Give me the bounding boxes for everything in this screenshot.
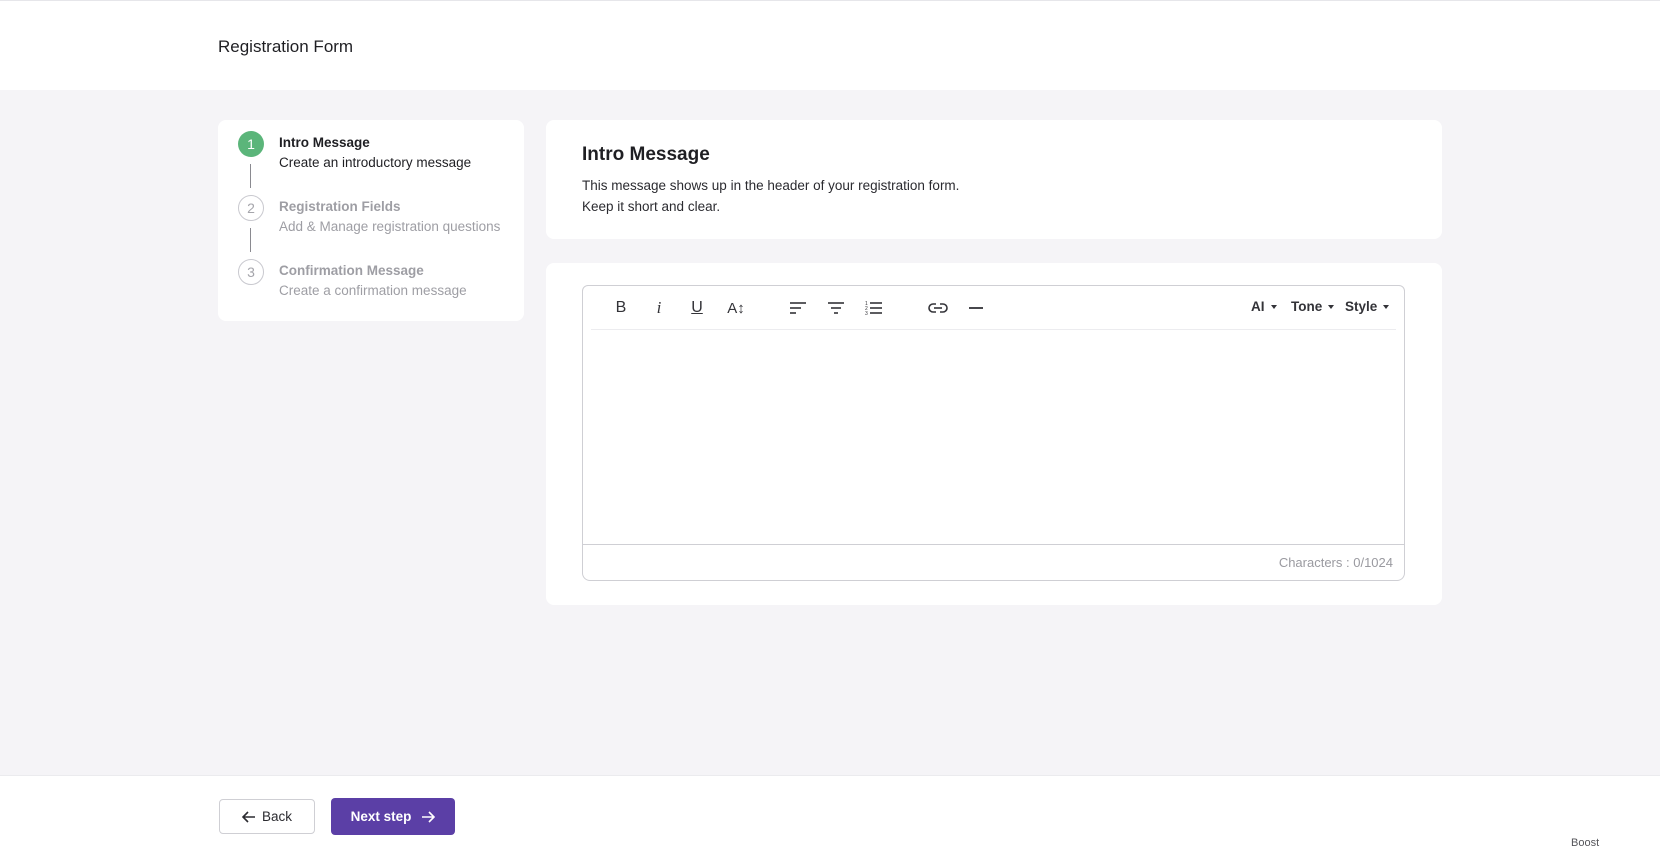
step-number-badge: 2 xyxy=(238,195,264,221)
step-subtitle: Create an introductory message xyxy=(279,155,472,170)
style-label: Style xyxy=(1345,299,1378,314)
next-label: Next step xyxy=(350,809,412,824)
page-title: Registration Form xyxy=(218,37,354,56)
numbered-list-button[interactable]: 1 2 3 xyxy=(860,296,888,320)
underline-icon: U xyxy=(691,299,703,316)
back-label: Back xyxy=(261,809,292,824)
character-counter-bar: Characters : 0/1024 xyxy=(582,545,1405,581)
chevron-down-icon xyxy=(1270,305,1277,310)
next-step-button[interactable]: Next step xyxy=(331,798,455,835)
editor-content-area[interactable] xyxy=(583,331,1404,544)
step-title: Registration Fields xyxy=(279,199,401,214)
italic-icon: i xyxy=(656,298,662,317)
font-size-button[interactable]: A↕ xyxy=(722,296,750,320)
ai-label: AI xyxy=(1251,299,1265,314)
character-counter: Characters : 0/1024 xyxy=(1278,555,1393,570)
ai-dropdown[interactable]: AI xyxy=(1251,299,1277,314)
horizontal-rule-icon xyxy=(969,307,983,309)
editor-card: B i U A↕ 1 2 3 AI Tone Style Characters … xyxy=(546,263,1442,605)
svg-text:3: 3 xyxy=(865,311,868,316)
footer-bar: Back Next step Boost xyxy=(0,775,1660,854)
step-subtitle: Create a confirmation message xyxy=(279,283,467,298)
stepper-card: 1 Intro Message Create an introductory m… xyxy=(218,120,524,321)
section-hint: Keep it short and clear. xyxy=(582,199,721,214)
brand-label: Boost xyxy=(1571,837,1600,849)
bold-icon: B xyxy=(615,299,627,316)
bold-button[interactable]: B xyxy=(607,296,635,320)
top-bar: Registration Form xyxy=(0,0,1660,90)
step-title: Intro Message xyxy=(279,135,370,150)
align-center-icon xyxy=(828,302,844,314)
step-subtitle: Add & Manage registration questions xyxy=(279,219,501,234)
back-button[interactable]: Back xyxy=(219,799,315,834)
horizontal-rule-button[interactable] xyxy=(962,296,990,320)
link-button[interactable] xyxy=(924,296,952,320)
italic-button[interactable]: i xyxy=(645,296,673,320)
align-center-button[interactable] xyxy=(822,296,850,320)
tone-dropdown[interactable]: Tone xyxy=(1291,299,1335,314)
step-connector xyxy=(250,164,251,188)
editor-toolbar: B i U A↕ 1 2 3 AI Tone Style xyxy=(591,286,1396,330)
step-number-badge: 3 xyxy=(238,259,264,285)
rich-text-editor: B i U A↕ 1 2 3 AI Tone Style xyxy=(582,285,1405,545)
chevron-down-icon xyxy=(1383,305,1390,310)
step-title: Confirmation Message xyxy=(279,263,424,278)
intro-card: Intro Message This message shows up in t… xyxy=(546,120,1442,239)
font-size-icon: A↕ xyxy=(727,299,745,317)
style-dropdown[interactable]: Style xyxy=(1345,299,1390,314)
underline-button[interactable]: U xyxy=(683,296,711,320)
arrow-right-icon xyxy=(422,810,436,823)
align-left-icon xyxy=(790,302,806,314)
tone-label: Tone xyxy=(1291,299,1323,314)
section-title: Intro Message xyxy=(582,144,710,165)
align-left-button[interactable] xyxy=(784,296,812,320)
numbered-list-icon: 1 2 3 xyxy=(865,301,882,316)
arrow-left-icon xyxy=(241,810,255,823)
link-icon xyxy=(928,303,948,313)
section-description: This message shows up in the header of y… xyxy=(582,178,960,193)
chevron-down-icon xyxy=(1328,305,1335,310)
step-connector xyxy=(250,228,251,252)
step-number-badge: 1 xyxy=(238,131,264,157)
